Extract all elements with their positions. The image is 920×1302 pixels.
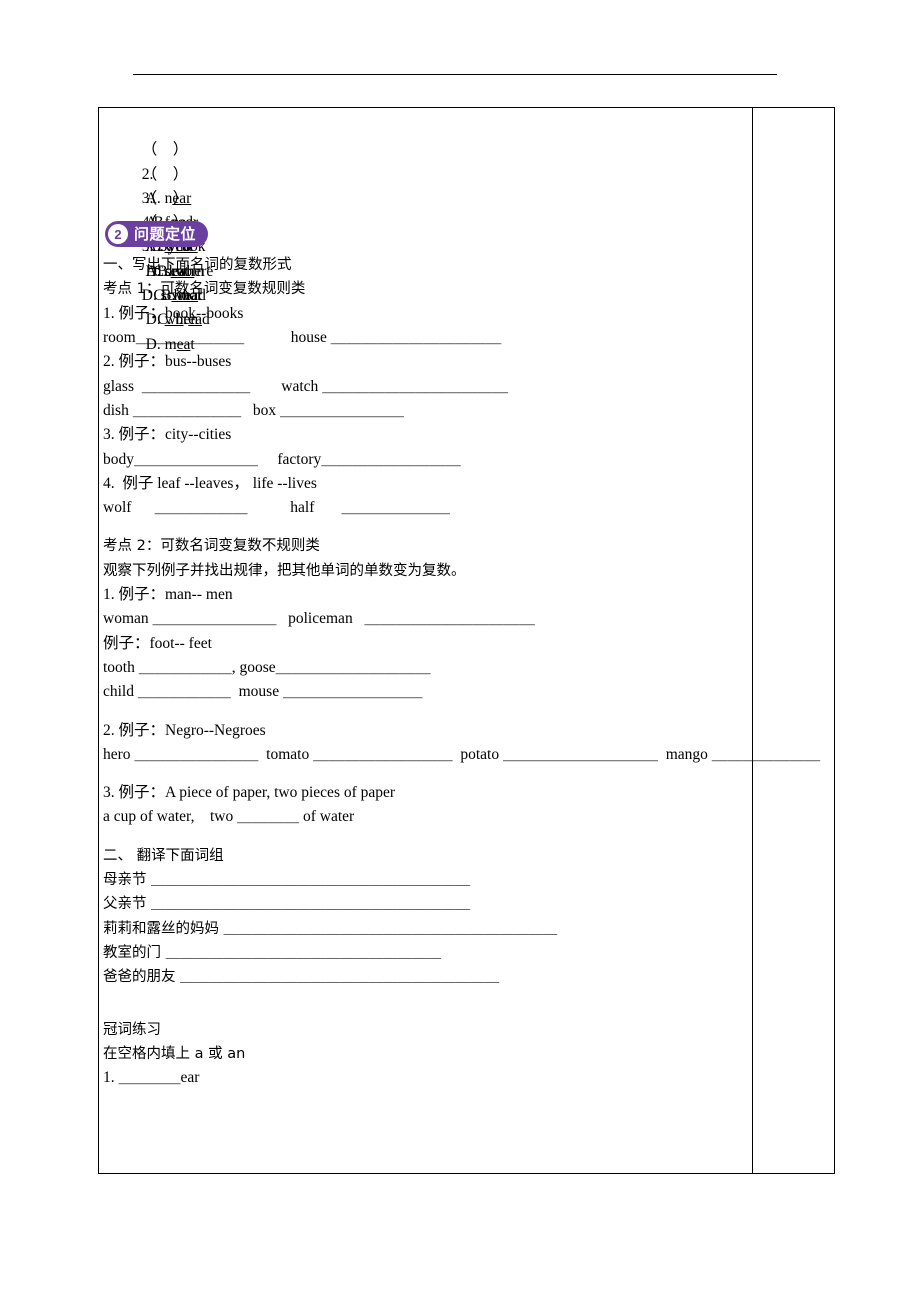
irregular-2-example: 例子：foot-- feet — [103, 634, 212, 652]
header-rule — [133, 74, 777, 75]
worksheet-main-column: （ ） 2. A. near B. pear C. year D. dear （… — [99, 108, 821, 1173]
article-practice-instruction: 在空格内填上 a 或 an — [103, 1045, 246, 1062]
choice-row-5: （ ） 5. A. seat B. read C. bread D. meat — [103, 187, 752, 352]
document-page: （ ） 2. A. near B. pear C. year D. dear （… — [0, 0, 920, 1302]
rule-2-items-a: glass ＿＿＿＿＿＿＿ watch ＿＿＿＿＿＿＿＿＿＿＿＿ — [103, 377, 509, 395]
irregular-4-items: a cup of water, two ＿＿＿＿ of water — [103, 808, 355, 826]
part-one-title: 一、写出下面名词的复数形式 — [103, 257, 292, 274]
badge-number-icon: 2 — [108, 224, 128, 245]
irregular-2-items-a: tooth ＿＿＿＿＿＿, goose＿＿＿＿＿＿＿＿＿＿ — [103, 658, 431, 676]
choice-row-3: （ ） 3. A. food B. cook C. room D. school — [103, 138, 752, 304]
worksheet-side-column — [753, 108, 834, 1173]
badge-label: 问题定位 — [134, 225, 197, 243]
kaodian-2-instruction: 观察下列例子并找出规律，把其他单词的单数变为复数。 — [103, 562, 466, 579]
choice-marker: （ ） — [141, 165, 189, 183]
part-two-title: 二、 翻译下面词组 — [103, 847, 224, 864]
worksheet-content: （ ） 2. A. near B. pear C. year D. dear （… — [99, 108, 821, 1090]
rule-2-items-b: dish ＿＿＿＿＿＿＿ box ＿＿＿＿＿＿＿＿ — [103, 401, 404, 419]
article-practice-item-1: 1. ＿＿＿＿ear — [103, 1069, 200, 1087]
article-practice-title: 冠词练习 — [103, 1021, 161, 1038]
translate-item-3: 莉莉和露丝的妈妈 ＿＿＿＿＿＿＿＿＿＿＿＿＿＿＿＿＿＿＿＿＿＿＿ — [103, 920, 558, 937]
translate-item-2: 父亲节 ＿＿＿＿＿＿＿＿＿＿＿＿＿＿＿＿＿＿＿＿＿＿ — [103, 896, 471, 913]
irregular-4-example: 3. 例子：A piece of paper, two pieces of pa… — [103, 784, 396, 802]
worksheet-table: （ ） 2. A. near B. pear C. year D. dear （… — [98, 107, 835, 1174]
irregular-3-items: hero ＿＿＿＿＿＿＿＿ tomato ＿＿＿＿＿＿＿＿＿ potato ＿＿… — [103, 745, 821, 763]
translate-item-4: 教室的门 ＿＿＿＿＿＿＿＿＿＿＿＿＿＿＿＿＿＿＿ — [103, 944, 442, 961]
rule-4-example: 4. 例子 leaf --leaves， life --lives — [103, 474, 317, 492]
rule-1-example: 1. 例子：book--books — [103, 304, 244, 322]
rule-3-example: 3. 例子：city--cities — [103, 426, 232, 444]
rule-1-items: room＿＿＿＿＿＿＿ house ＿＿＿＿＿＿＿＿＿＿＿ — [103, 329, 502, 347]
irregular-1-items: woman ＿＿＿＿＿＿＿＿ policeman ＿＿＿＿＿＿＿＿＿＿＿ — [103, 610, 535, 628]
irregular-2-items-b: child ＿＿＿＿＿＿ mouse ＿＿＿＿＿＿＿＿＿ — [103, 683, 423, 701]
choice-marker: （ ） — [141, 189, 189, 207]
choice-marker: （ ） — [141, 141, 189, 159]
kaodian-2-title: 考点 2：可数名词变复数不规则类 — [103, 538, 320, 555]
irregular-3-example: 2. 例子：Negro--Negroes — [103, 721, 266, 739]
choice-row-2: （ ） 2. A. near B. pear C. year D. dear — [103, 114, 752, 279]
kaodian-1-title: 考点 1：可数名词变复数规则类 — [103, 281, 306, 298]
rule-3-items: body＿＿＿＿＿＿＿＿ factory＿＿＿＿＿＿＿＿＿ — [103, 450, 461, 468]
translate-item-1: 母亲节 ＿＿＿＿＿＿＿＿＿＿＿＿＿＿＿＿＿＿＿＿＿＿ — [103, 872, 471, 889]
rule-2-example: 2. 例子：bus--buses — [103, 353, 232, 371]
irregular-1-example: 1. 例子：man-- men — [103, 586, 233, 604]
rule-4-items: wolf ＿＿＿＿＿＿ half ＿＿＿＿＿＿＿ — [103, 499, 451, 517]
choice-row-4: （ ） 4. A. who B. where C. what D. when — [103, 163, 752, 328]
section-badge: 2 问题定位 — [103, 211, 752, 253]
translate-item-5: 爸爸的朋友 ＿＿＿＿＿＿＿＿＿＿＿＿＿＿＿＿＿＿＿＿＿＿ — [103, 969, 500, 986]
